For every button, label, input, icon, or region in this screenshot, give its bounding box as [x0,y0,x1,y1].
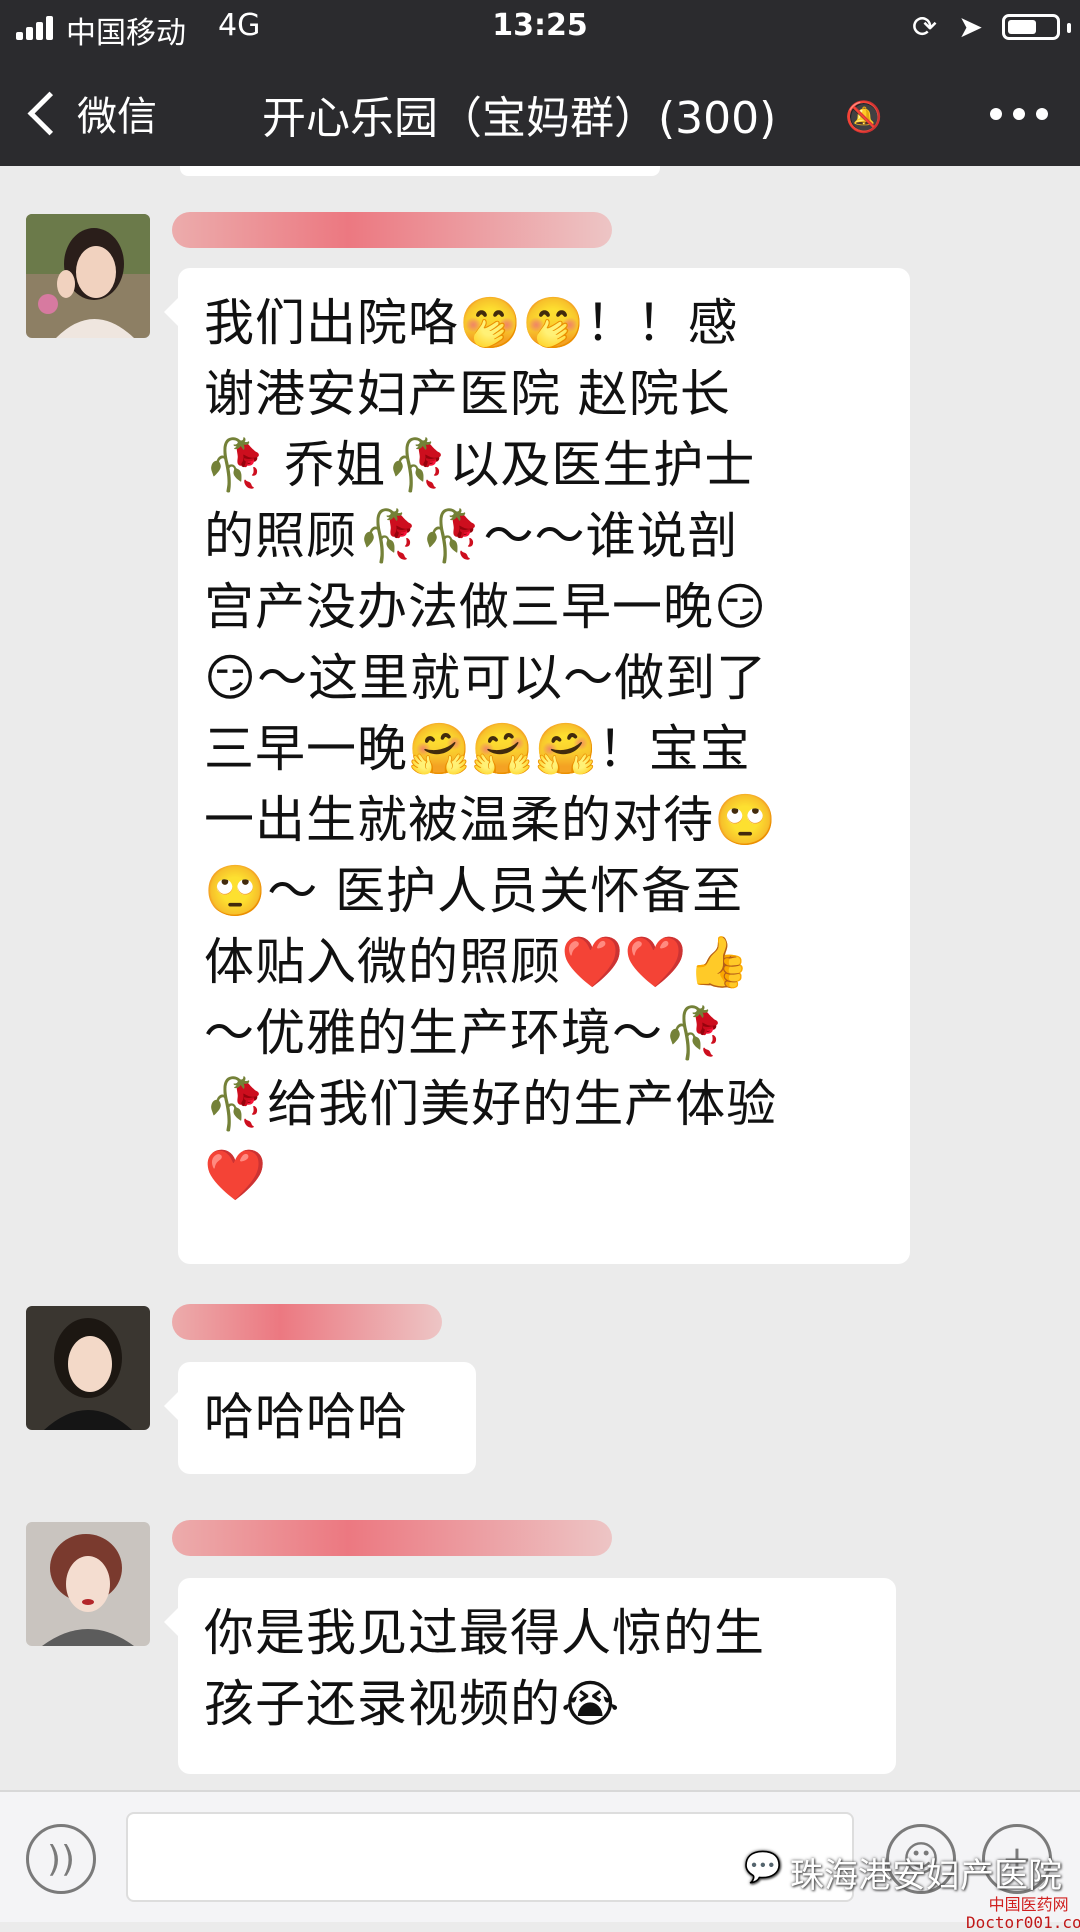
more-dots-icon[interactable] [990,108,1048,120]
sender-name-redacted [172,1304,442,1340]
message-line: 🙄～ 医护人员关怀备至 [204,862,744,920]
wechat-logo-icon: 💬 [744,1850,782,1885]
message-line: 体贴入微的照顾❤️❤️👍 [204,933,751,991]
message-line: ❤️ [204,1146,268,1204]
message-line: 🥀 乔姐🥀以及医生护士 [204,436,756,494]
site-watermark-line1: 中国医药网 [988,1895,1069,1914]
watermark: 💬 珠海港安妇产医院 [744,1848,1062,1897]
message-line: 的照顾🥀🥀～～谁说剖 [204,507,739,565]
message-line: 🥀给我们美好的生产体验 [204,1075,778,1133]
message-line: 一出生就被温柔的对待🙄 [204,791,778,849]
chat-title: 开心乐园（宝妈群）(300) [262,93,777,144]
back-button[interactable]: 微信 [20,80,157,146]
back-chevron-icon [27,91,72,135]
message-line: 我们出院咯🤭🤭！！感 [204,294,739,352]
top-bar: 中国移动 4G 13:25 ⟳ ➤ 微信 开心乐园（宝妈群）(300) 🔕 [0,0,1080,166]
message-bubble[interactable]: 我们出院咯🤭🤭！！感 谢港安妇产医院 赵院长 🥀 乔姐🥀以及医生护士 的照顾🥀🥀… [164,268,910,1264]
location-icon: ➤ [958,10,984,45]
orientation-lock-icon: ⟳ [912,10,938,45]
mute-bell-icon: 🔕 [845,100,883,135]
sender-name-redacted [172,212,612,248]
status-bar: 中国移动 4G 13:25 ⟳ ➤ [0,0,1080,54]
message-line: 😏～这里就可以～做到了 [204,649,768,707]
avatar[interactable] [26,214,150,338]
message-bubble[interactable]: 哈哈哈哈 [164,1362,476,1474]
site-watermark-line2: Doctor001.com [966,1913,1080,1932]
message-line: 谢港安妇产医院 赵院长 [204,365,731,423]
site-watermark: 中国医药网 Doctor001.com [966,1896,1080,1932]
nav-bar: 微信 开心乐园（宝妈群）(300) 🔕 [0,60,1080,166]
message-line: 你是我见过最得人惊的生 [204,1604,765,1662]
sender-name-redacted [172,1520,612,1556]
message-line: 孩子还录视频的😭 [204,1675,621,1733]
message-line: 哈哈哈哈 [204,1388,408,1446]
avatar[interactable] [26,1306,150,1430]
message-line: 三早一晚🤗🤗🤗！宝宝 [204,720,751,778]
watermark-text: 珠海港安妇产医院 [790,1856,1062,1896]
previous-bubble-edge [180,166,660,176]
message-bubble[interactable]: 你是我见过最得人惊的生 孩子还录视频的😭 [164,1578,896,1774]
back-label: 微信 [77,94,157,140]
message-line: 宫产没办法做三早一晚😏 [204,578,768,636]
voice-icon[interactable]: )) [26,1824,96,1894]
avatar[interactable] [26,1522,150,1646]
battery-icon [1002,14,1071,40]
message-line: ～优雅的生产环境～🥀 [204,1004,727,1062]
